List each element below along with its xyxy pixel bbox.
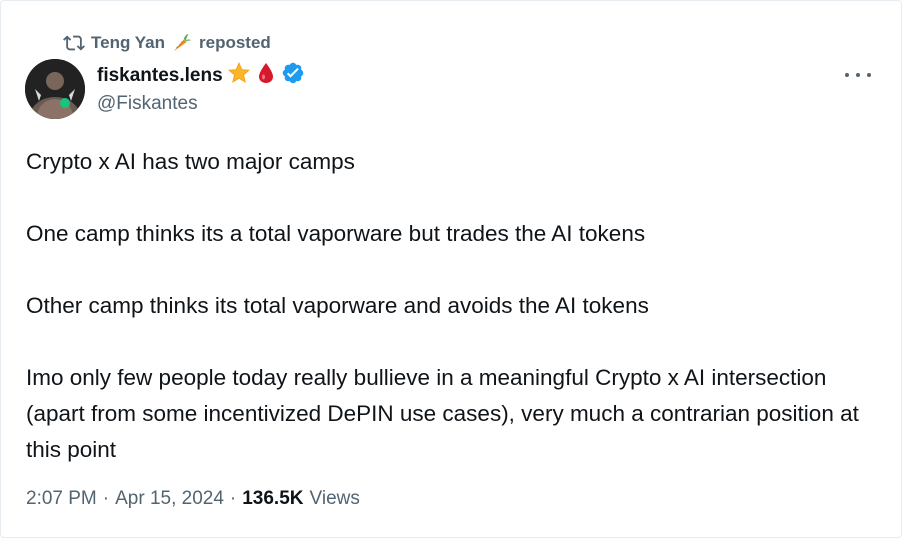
avatar[interactable]: [25, 59, 85, 119]
tweet-meta: 2:07 PM · Apr 15, 2024 · 136.5K Views: [26, 488, 360, 510]
author-name-row: fiskantes.lens: [97, 61, 305, 90]
tweet-date[interactable]: Apr 15, 2024: [115, 488, 224, 510]
tweet-paragraph: Crypto x AI has two major camps: [26, 149, 355, 174]
repost-header: Teng Yan reposted: [63, 31, 271, 55]
more-options-button[interactable]: [845, 67, 871, 83]
meta-separator: ·: [229, 488, 237, 509]
star-icon: [227, 61, 251, 90]
views-label: Views: [309, 488, 360, 509]
repost-label: reposted: [199, 33, 271, 52]
blood-drop-icon: [255, 61, 277, 90]
repost-icon: [63, 32, 85, 54]
author-display-name[interactable]: fiskantes.lens: [97, 65, 223, 87]
tweet-time[interactable]: 2:07 PM: [26, 488, 97, 510]
repost-user-name[interactable]: Teng Yan: [91, 33, 165, 53]
author-handle[interactable]: @Fiskantes: [97, 93, 198, 115]
views-count: 136.5K: [242, 488, 304, 509]
more-dot-icon: [856, 73, 860, 77]
more-dot-icon: [845, 73, 849, 77]
tweet-paragraph: One camp thinks its a total vaporware bu…: [26, 221, 646, 246]
tweet-text: Crypto x AI has two major camps One camp…: [26, 144, 886, 468]
tweet-paragraph: Imo only few people today really bulliev…: [26, 365, 859, 462]
meta-separator: ·: [102, 488, 110, 509]
more-dot-icon: [867, 73, 871, 77]
carrot-icon: [171, 32, 193, 54]
verified-badge-icon: [281, 61, 305, 90]
tweet-paragraph: Other camp thinks its total vaporware an…: [26, 293, 649, 318]
tweet-card[interactable]: Teng Yan reposted fiskantes.lens @Fiskan…: [0, 0, 902, 538]
